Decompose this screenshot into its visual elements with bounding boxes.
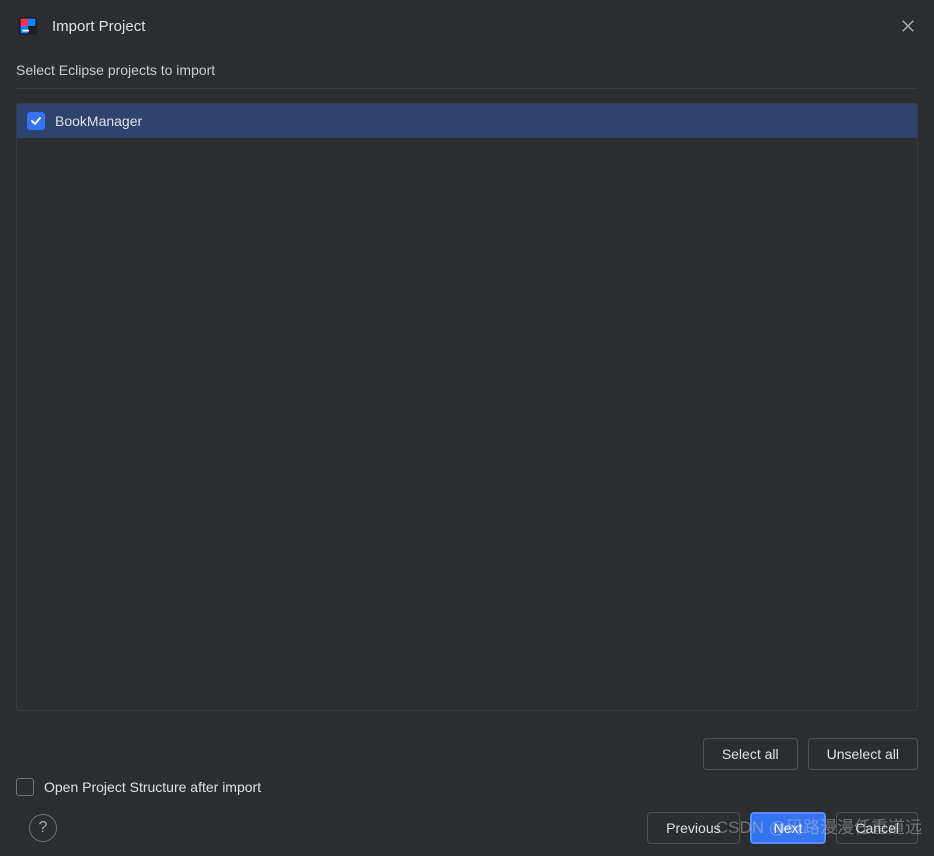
close-button[interactable] <box>898 16 918 36</box>
help-button[interactable]: ? <box>29 814 57 842</box>
unselect-all-button[interactable]: Unselect all <box>808 738 918 770</box>
dialog-content: Select Eclipse projects to import BookMa… <box>0 52 934 722</box>
dialog-title: Import Project <box>52 18 886 35</box>
project-name-label: BookManager <box>55 113 142 129</box>
project-list[interactable]: BookManager <box>16 103 918 711</box>
help-icon: ? <box>39 819 48 837</box>
intellij-icon <box>16 14 40 38</box>
next-button[interactable]: Next <box>750 812 827 844</box>
close-icon <box>901 19 915 33</box>
checkmark-icon <box>30 115 42 127</box>
select-all-button[interactable]: Select all <box>703 738 798 770</box>
open-structure-checkbox[interactable] <box>16 778 34 796</box>
project-item[interactable]: BookManager <box>17 104 917 138</box>
project-checkbox[interactable] <box>27 112 45 130</box>
instruction-text: Select Eclipse projects to import <box>16 62 918 89</box>
open-structure-label: Open Project Structure after import <box>44 779 261 795</box>
dialog-header: Import Project <box>0 0 934 52</box>
previous-button[interactable]: Previous <box>647 812 739 844</box>
cancel-button[interactable]: Cancel <box>836 812 918 844</box>
navigation-buttons: Previous Next Cancel <box>647 812 918 844</box>
bottom-row: ? Previous Next Cancel <box>0 812 934 856</box>
open-structure-option[interactable]: Open Project Structure after import <box>16 778 918 796</box>
footer-row: Open Project Structure after import <box>0 770 934 812</box>
import-project-dialog: Import Project Select Eclipse projects t… <box>0 0 934 856</box>
selection-buttons: Select all Unselect all <box>0 722 934 770</box>
